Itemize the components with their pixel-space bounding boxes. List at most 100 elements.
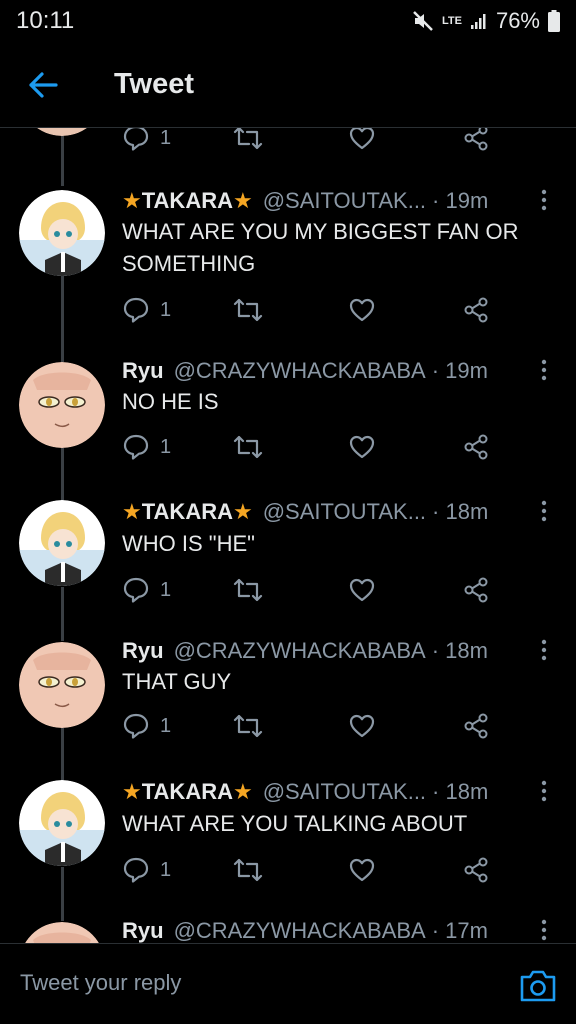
tweet-text: NO HE IS <box>122 389 219 414</box>
author-name[interactable]: ★ TAKARA ★ <box>122 779 253 805</box>
tweet-time: · 18m <box>431 638 488 663</box>
like-action[interactable] <box>348 574 376 606</box>
reply-action[interactable]: 1 <box>122 574 171 606</box>
share-action[interactable] <box>462 854 490 886</box>
reply-action[interactable]: 1 <box>122 854 171 886</box>
reply-count: 1 <box>160 578 172 601</box>
tweet-time: · 19m <box>431 358 488 383</box>
tweet-time: · 17m <box>431 918 488 943</box>
retweet-icon <box>233 578 263 602</box>
reply-count: 1 <box>160 714 172 737</box>
star-icon: ★ <box>122 499 142 524</box>
author-name[interactable]: Ryu <box>122 918 164 943</box>
heart-icon <box>349 858 375 882</box>
like-action[interactable] <box>348 710 376 742</box>
author-name[interactable]: Ryu <box>122 358 164 384</box>
signal-icon <box>470 14 486 29</box>
reply-count: 1 <box>160 858 172 881</box>
like-action[interactable] <box>348 854 376 886</box>
author-handle[interactable]: @SAITOUTAK... <box>263 499 426 525</box>
author-name[interactable]: ★ TAKARA ★ <box>122 499 253 525</box>
tweet-actions: 1 <box>122 431 522 463</box>
more-vertical-icon <box>541 500 547 522</box>
like-action[interactable] <box>348 294 376 326</box>
network-label: LTE <box>441 15 462 27</box>
heart-icon <box>349 435 375 459</box>
status-icons: LTE 76% <box>412 8 560 34</box>
avatar[interactable] <box>19 642 105 728</box>
more-options-button[interactable] <box>536 499 552 523</box>
avatar[interactable] <box>19 128 105 136</box>
tweet-header: ★ TAKARA ★ @SAITOUTAK... · 18m <box>122 499 488 525</box>
star-icon: ★ <box>122 188 142 213</box>
retweet-icon <box>233 435 263 459</box>
retweet-action[interactable] <box>232 294 264 326</box>
back-button[interactable] <box>0 42 88 128</box>
retweet-action[interactable] <box>232 431 264 463</box>
reply-input[interactable]: Tweet your reply <box>20 970 181 996</box>
tweet-time: · 19m <box>432 188 489 213</box>
retweet-action[interactable] <box>232 574 264 606</box>
reply-icon <box>123 434 149 460</box>
more-vertical-icon <box>541 780 547 802</box>
tweet-thread[interactable]: 1 ★ TAKARA ★ @SAITOUTAK... · 19m WHAT AR… <box>0 128 576 943</box>
more-options-button[interactable] <box>536 638 552 662</box>
tweet-header: Ryu @CRAZYWHACKABABA · 19m <box>122 358 488 384</box>
share-action[interactable] <box>462 574 490 606</box>
more-vertical-icon <box>541 189 547 211</box>
avatar[interactable] <box>19 780 105 866</box>
author-handle[interactable]: @CRAZYWHACKABABA <box>174 638 426 664</box>
author-handle[interactable]: @SAITOUTAK... <box>263 188 426 214</box>
star-icon: ★ <box>122 779 142 804</box>
retweet-action[interactable] <box>232 854 264 886</box>
camera-button[interactable] <box>518 968 558 1004</box>
like-action[interactable] <box>348 128 376 154</box>
author-handle[interactable]: @SAITOUTAK... <box>263 779 426 805</box>
reply-count: 1 <box>160 435 172 458</box>
share-action[interactable] <box>462 294 490 326</box>
more-options-button[interactable] <box>536 188 552 212</box>
share-icon <box>464 857 488 883</box>
share-action[interactable] <box>462 710 490 742</box>
author-name-text: TAKARA <box>141 779 233 804</box>
author-handle[interactable]: @CRAZYWHACKABABA <box>174 918 426 943</box>
tweet-time: · 18m <box>432 499 489 524</box>
reply-action[interactable]: 1 <box>122 431 171 463</box>
heart-icon <box>349 714 375 738</box>
status-time: 10:11 <box>16 7 75 34</box>
camera-icon <box>520 970 556 1002</box>
tweet-text: WHAT ARE YOU TALKING ABOUT <box>122 811 468 836</box>
like-action[interactable] <box>348 431 376 463</box>
retweet-icon <box>233 714 263 738</box>
more-vertical-icon <box>541 919 547 941</box>
more-options-button[interactable] <box>536 779 552 803</box>
author-name-text: TAKARA <box>141 499 233 524</box>
author-handle[interactable]: @CRAZYWHACKABABA <box>174 358 426 384</box>
avatar[interactable] <box>19 922 105 943</box>
share-action[interactable] <box>462 128 490 154</box>
tweet-actions: 1 <box>122 854 522 886</box>
more-options-button[interactable] <box>536 358 552 382</box>
thread-connector <box>61 128 64 186</box>
share-action[interactable] <box>462 431 490 463</box>
author-name[interactable]: ★ TAKARA ★ <box>122 188 253 214</box>
tweet-header: Ryu @CRAZYWHACKABABA · 18m <box>122 638 488 664</box>
retweet-action[interactable] <box>232 710 264 742</box>
tweet-header: ★ TAKARA ★ @SAITOUTAK... · 18m <box>122 779 488 805</box>
avatar[interactable] <box>19 500 105 586</box>
reply-action[interactable]: 1 <box>122 128 171 154</box>
author-name[interactable]: Ryu <box>122 638 164 664</box>
reply-action[interactable]: 1 <box>122 294 171 326</box>
thread-connector <box>61 867 64 921</box>
reply-bar: Tweet your reply <box>0 943 576 1024</box>
retweet-action[interactable] <box>232 128 264 154</box>
reply-icon <box>123 713 149 739</box>
avatar[interactable] <box>19 362 105 448</box>
tweet-actions: 1 <box>122 710 522 742</box>
reply-icon <box>123 857 149 883</box>
avatar[interactable] <box>19 190 105 276</box>
more-vertical-icon <box>541 639 547 661</box>
more-options-button[interactable] <box>536 918 552 942</box>
reply-action[interactable]: 1 <box>122 710 171 742</box>
page-title: Tweet <box>114 68 195 100</box>
